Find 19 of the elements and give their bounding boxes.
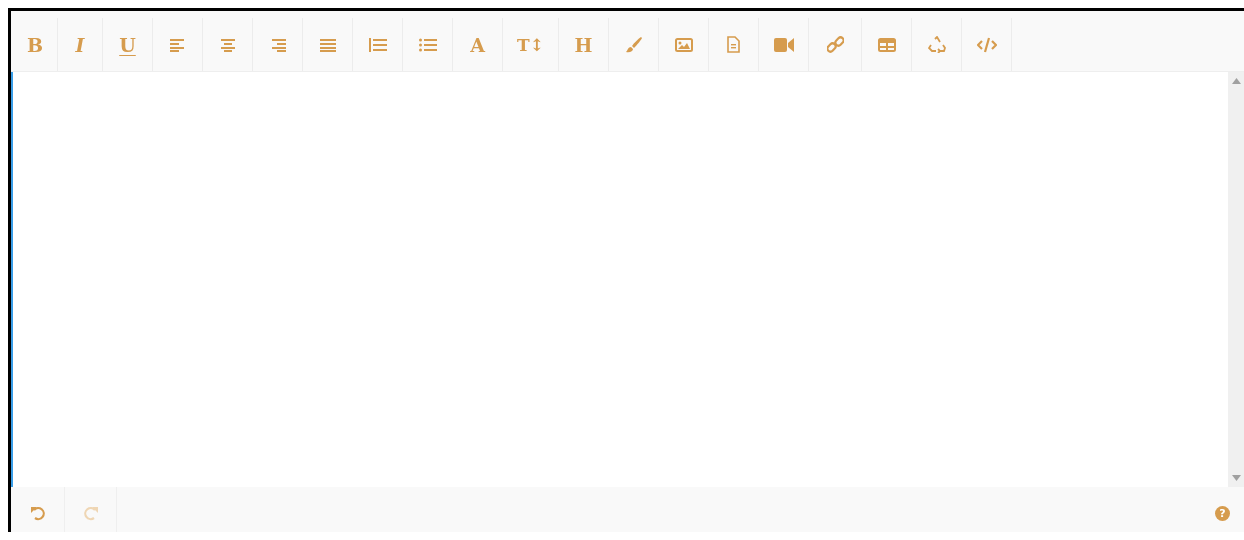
- align-left-icon: [169, 37, 186, 52]
- redo-icon: [83, 506, 98, 521]
- scrollbar[interactable]: [1228, 72, 1244, 487]
- align-right-icon: [269, 37, 286, 52]
- image-icon: [674, 37, 693, 52]
- scroll-down-arrow-icon[interactable]: [1231, 475, 1241, 481]
- code-icon: [976, 36, 997, 53]
- document-icon: [727, 36, 740, 53]
- video-camera-icon: [773, 37, 794, 52]
- numbered-list-icon: [368, 37, 387, 52]
- undo-icon: [31, 506, 46, 521]
- align-center-icon: [219, 37, 236, 52]
- table-icon: [877, 37, 896, 52]
- scroll-up-arrow-icon[interactable]: [1231, 78, 1241, 84]
- link-icon: [826, 36, 844, 53]
- bullet-list-icon: [418, 37, 437, 52]
- help-button[interactable]: ?: [1215, 506, 1230, 521]
- paintbrush-icon: [625, 36, 642, 53]
- align-justify-icon: [319, 37, 336, 52]
